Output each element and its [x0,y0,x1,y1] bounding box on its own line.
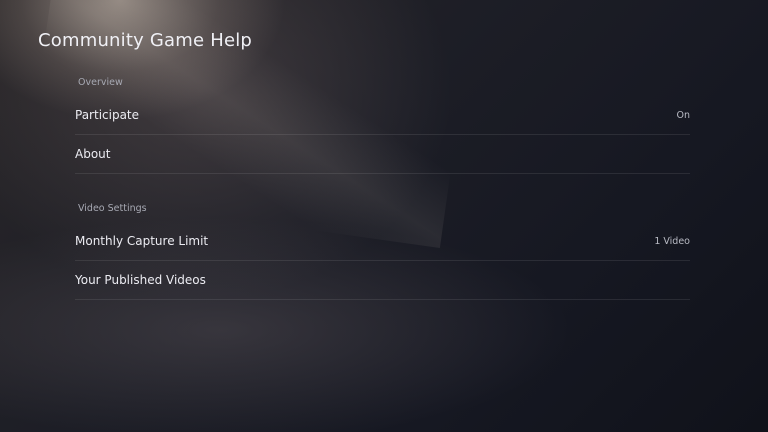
setting-monthly-capture-limit-value: 1 Video [654,235,690,247]
setting-monthly-capture-limit[interactable]: Monthly Capture Limit 1 Video [75,222,690,261]
setting-your-published-videos-label: Your Published Videos [75,273,206,287]
section-header-overview: Overview [78,77,123,88]
setting-monthly-capture-limit-label: Monthly Capture Limit [75,234,209,248]
setting-your-published-videos[interactable]: Your Published Videos [75,261,690,300]
setting-participate[interactable]: Participate On [75,96,690,135]
setting-about[interactable]: About [75,135,690,174]
section-header-video-settings: Video Settings [78,203,147,214]
page-title: Community Game Help [38,30,253,51]
setting-about-label: About [75,147,111,161]
setting-participate-label: Participate [75,108,140,122]
setting-participate-value: On [676,109,691,121]
settings-list: Overview Participate On About Video Sett… [75,70,690,300]
